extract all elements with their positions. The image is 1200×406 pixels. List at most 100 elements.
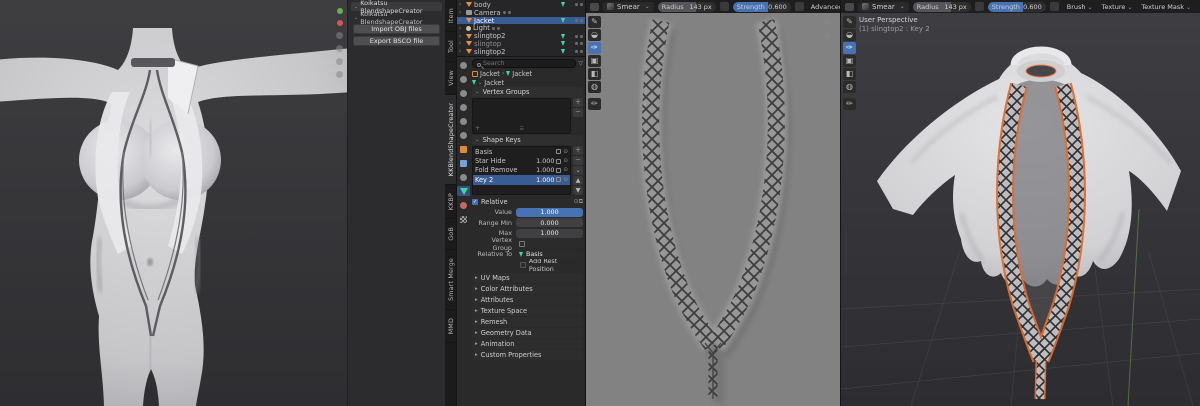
smear-tool-button[interactable]: ✑ [588, 42, 601, 54]
pan-hand-icon[interactable] [336, 45, 343, 52]
disclosure-triangle-icon[interactable]: › [459, 33, 464, 40]
outliner-item-slingtop2[interactable]: ›slingtop2 [457, 32, 585, 40]
list-grip-icon[interactable]: ☰ [520, 126, 524, 132]
strength-slider[interactable]: Strength 0.600 [988, 2, 1046, 12]
pin-icon[interactable]: ⊙ [563, 149, 568, 155]
properties-tab-view-layer[interactable] [457, 102, 470, 112]
mute-checkbox[interactable] [556, 168, 561, 173]
properties-tab-material[interactable] [457, 200, 470, 210]
mesh-datablock-row[interactable]: ⌄ Jacket [472, 78, 583, 87]
mask-tool-button[interactable]: ◍ [843, 81, 856, 93]
soften-tool-button[interactable]: ◒ [843, 29, 856, 41]
perspective-toggle-icon[interactable] [336, 58, 343, 65]
properties-tab-scene[interactable] [457, 116, 470, 126]
shape-key-row-star-hide[interactable]: Star Hide1.000⊙ [473, 156, 570, 165]
pin-icon[interactable]: ⊙ [563, 177, 568, 183]
clone-tool-button[interactable]: ▣ [588, 55, 601, 67]
outliner-item-slingtop[interactable]: ›slingtop [457, 40, 585, 48]
shape-key-row-key-2[interactable]: Key 21.000⊙ [473, 175, 570, 184]
pan-hand-icon[interactable] [823, 32, 830, 39]
vertex-groups-list[interactable]: + ☰ [472, 98, 571, 134]
menu-texture[interactable]: Texture [1101, 3, 1134, 11]
menu-texture-mask[interactable]: Texture Mask [1140, 3, 1192, 11]
mute-checkbox[interactable] [556, 159, 561, 164]
zoom-icon[interactable] [336, 32, 343, 39]
outliner-item-slingtop2[interactable]: ›slingtop2 [457, 48, 585, 56]
outliner-item-light[interactable]: ›Light [457, 24, 585, 32]
breadcrumb-object[interactable]: Jacket [480, 70, 500, 78]
section-color-attributes[interactable]: ▸Color Attributes [472, 284, 583, 294]
annotate-tool-button[interactable]: ✏ [588, 98, 601, 110]
soften-tool-button[interactable]: ◒ [588, 29, 601, 41]
range-min-field[interactable]: 0.000 [516, 218, 583, 227]
pin-icon[interactable]: ⊙ [563, 167, 568, 173]
annotate-tool-button[interactable]: ✏ [843, 98, 856, 110]
outliner-item-camera[interactable]: ›Camera [457, 9, 585, 17]
section-texture-space[interactable]: ▸Texture Space [472, 306, 583, 316]
nav-gizmo-axis2-icon[interactable] [337, 20, 343, 26]
breadcrumb-data[interactable]: Jacket [512, 70, 532, 78]
move-shape-key-up-button[interactable]: ▲ [573, 176, 583, 185]
relative-checkbox[interactable]: ✓ [472, 199, 478, 205]
filter-icon[interactable]: ▽ [578, 60, 583, 67]
fill-tool-button[interactable]: ◧ [588, 68, 601, 80]
brush-selector[interactable]: Smear [858, 2, 909, 12]
properties-tab-modifiers[interactable] [457, 158, 470, 168]
sidebar-tab-mmd[interactable]: MMD [445, 310, 457, 343]
viewport-left[interactable]: ⌄ Koikatsu BlendshapeCreator ⌄ Koikatsu … [0, 0, 457, 406]
section-attributes[interactable]: ▸Attributes [472, 295, 583, 305]
mute-checkbox[interactable] [556, 177, 561, 182]
visibility-toggles[interactable] [503, 11, 511, 14]
section-custom-properties[interactable]: ▸Custom Properties [472, 350, 583, 360]
section-animation[interactable]: ▸Animation [472, 339, 583, 349]
sidebar-tab-item[interactable]: Item [445, 0, 457, 32]
overlay-icon[interactable]: ⧉ [579, 198, 583, 206]
viewport-nav-gizmos[interactable] [336, 8, 343, 78]
sidebar-tab-kkblendshapecreator[interactable]: KKBlendShapeCreator [445, 95, 457, 185]
image-editor[interactable]: Smear Radius 143 px Strength 0.600 Advan… [585, 0, 840, 406]
camera-view-icon[interactable] [336, 71, 343, 78]
sidebar-tab-smart-merge[interactable]: Smart Merge [445, 250, 457, 310]
disclosure-triangle-icon[interactable]: › [459, 1, 464, 8]
pin-icon[interactable]: ⊙ [563, 158, 568, 164]
nav-gizmo-axis-icon[interactable] [337, 8, 343, 14]
shape-key-row-fold-remove[interactable]: Fold Remove1.000⊙ [473, 166, 570, 175]
properties-tab-tool[interactable] [457, 60, 470, 70]
move-shape-key-down-button[interactable]: ▼ [573, 186, 583, 195]
viewport-3d[interactable]: Smear Radius 143 px Strength 0.600 Brush… [840, 0, 1200, 406]
disclosure-triangle-icon[interactable]: › [459, 17, 464, 24]
radius-pressure-icon[interactable] [720, 2, 729, 11]
add-vertex-group-button[interactable]: ＋ [573, 98, 583, 107]
mask-tool-button[interactable]: ◍ [588, 81, 601, 93]
menu-advanced[interactable]: Advanced [810, 3, 840, 11]
visibility-toggles[interactable] [575, 35, 583, 38]
draw-tool-button[interactable]: ✎ [588, 16, 601, 28]
clone-tool-button[interactable]: ▣ [843, 55, 856, 67]
texture-image-canvas[interactable] [586, 13, 840, 406]
search-input[interactable] [472, 59, 576, 68]
vertex-groups-header[interactable]: ⌄ Vertex Groups [472, 87, 583, 97]
import-obj-button[interactable]: Import OBJ files [353, 24, 440, 34]
visibility-toggles[interactable] [575, 3, 583, 6]
section-uv-maps[interactable]: ▸UV Maps [472, 273, 583, 283]
visibility-toggles[interactable] [575, 42, 583, 45]
disclosure-triangle-icon[interactable]: › [459, 48, 464, 55]
add-shape-key-button[interactable]: ＋ [573, 146, 583, 155]
strength-pressure-icon[interactable] [795, 2, 804, 11]
mute-checkbox[interactable] [556, 149, 561, 154]
sidebar-tab-kkbp[interactable]: KKBP [445, 185, 457, 219]
sidebar-tab-tool[interactable]: Tool [445, 32, 457, 62]
shape-key-row-basis[interactable]: Basis⊙ [473, 147, 570, 156]
radius-slider[interactable]: Radius 143 px [658, 2, 716, 12]
properties-tab-render[interactable] [457, 74, 470, 84]
section-remesh[interactable]: ▸Remesh [472, 317, 583, 327]
shape-key-value[interactable]: 1.000 [536, 176, 554, 184]
shape-keys-header[interactable]: ⌄ Shape Keys [472, 135, 583, 145]
radius-slider[interactable]: Radius 143 px [913, 2, 971, 12]
viewport-left-canvas[interactable] [0, 0, 347, 406]
section-geometry-data[interactable]: ▸Geometry Data [472, 328, 583, 338]
shape-key-specials-button[interactable]: ⌄ [573, 166, 583, 175]
shape-key-value[interactable]: 1.000 [536, 166, 554, 174]
visibility-toggles[interactable] [575, 50, 583, 53]
outliner-item-body[interactable]: ›body [457, 1, 585, 9]
